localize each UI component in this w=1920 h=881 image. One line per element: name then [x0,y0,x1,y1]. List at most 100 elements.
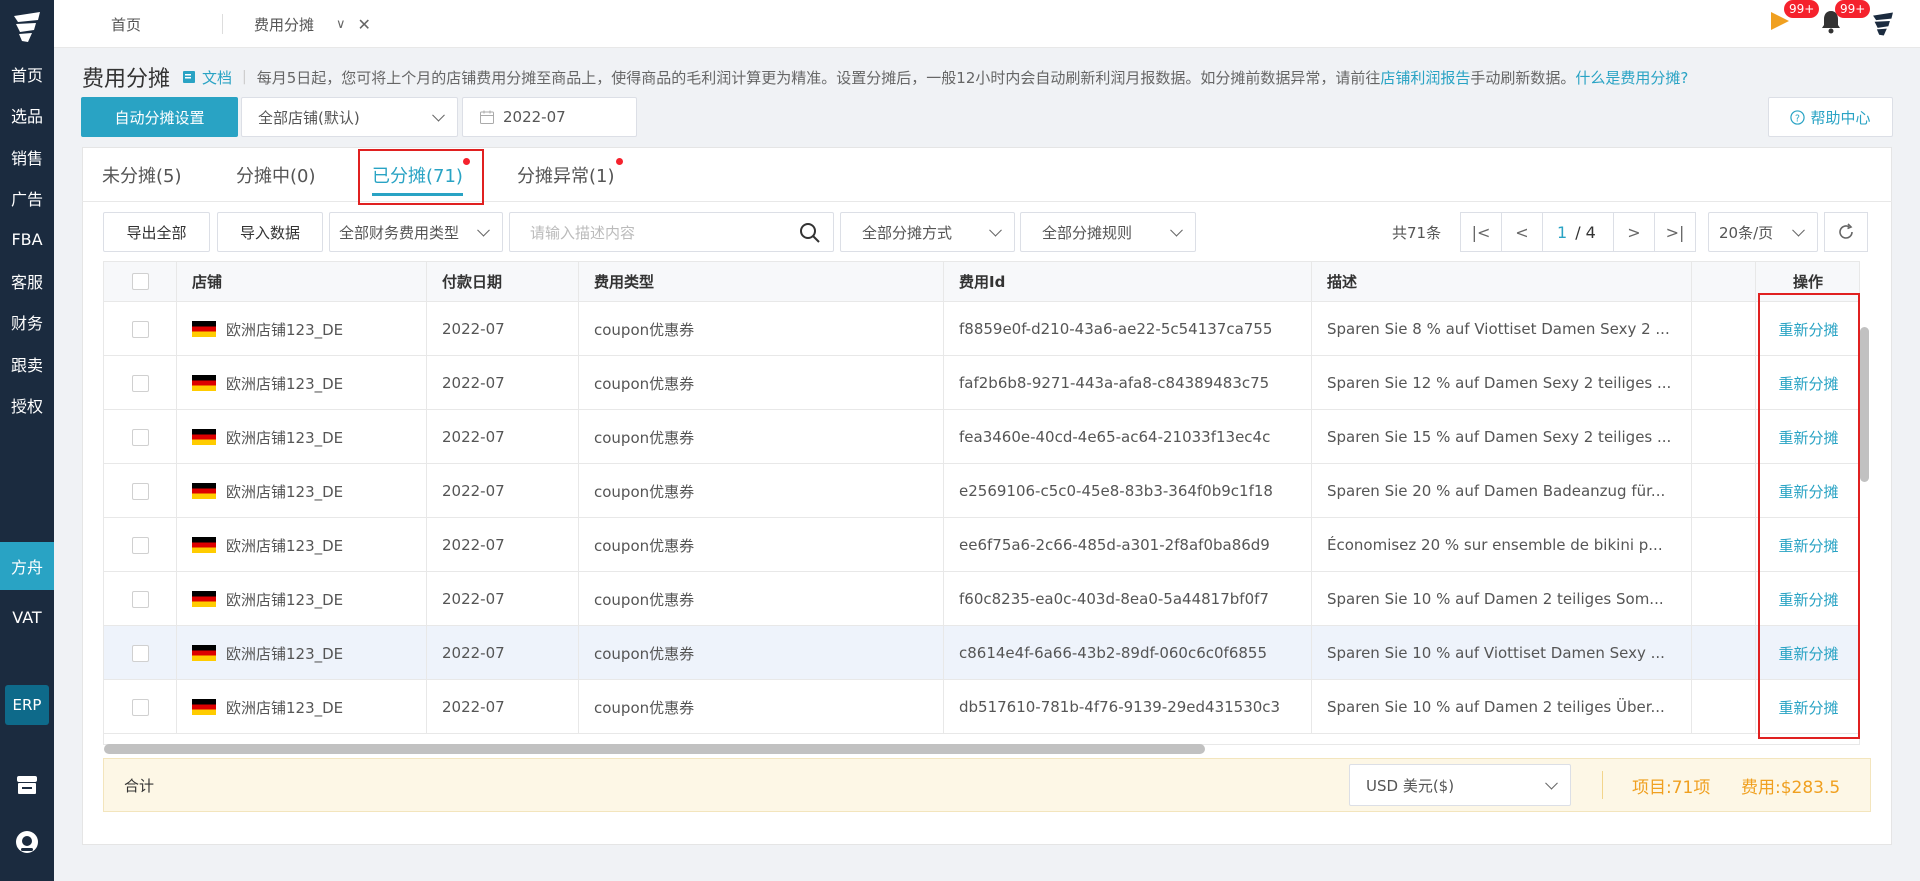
chevron-down-icon [1545,776,1558,790]
tab-allocating[interactable]: 分摊中(0) [236,147,316,202]
currency-select[interactable]: USD 美元($) [1349,764,1571,806]
chevron-down-icon [989,223,1002,237]
top-tab-bar: 首页 费用分摊 ∨ ✕ 99+ 99+ [54,0,1920,48]
expense-type-select[interactable]: 全部财务费用类型 [329,212,503,252]
table-row[interactable]: 欧洲店铺123_DE 2022-07 coupon优惠券 e2569106-c5… [104,464,1859,518]
allocation-method-select[interactable]: 全部分摊方式 [840,212,1015,252]
month-picker[interactable]: 2022-07 [462,97,637,137]
row-checkbox[interactable] [131,482,149,500]
status-tabs: 未分摊(5) 分摊中(0) 已分摊(71) 分摊异常(1) [82,147,1892,202]
bottom-strip [54,877,1920,881]
page-title: 费用分摊 [82,67,171,92]
what-is-allocation-link[interactable]: 什么是费用分摊? [1575,69,1688,87]
refresh-icon [1839,223,1853,239]
sidebar-item-authorization[interactable]: 授权 [0,381,54,429]
chevron-right-icon: > [1627,222,1641,242]
highlight-box-actions [1758,293,1860,739]
chevron-down-icon[interactable]: ∨ [336,17,346,32]
table-row[interactable]: 欧洲店铺123_DE 2022-07 coupon优惠券 f60c8235-ea… [104,572,1859,626]
prev-page-button[interactable]: < [1501,212,1543,252]
column-header-spacer [1692,262,1756,302]
first-page-button[interactable]: |< [1460,212,1502,252]
germany-flag-icon [192,591,216,607]
current-page[interactable]: 1 [1557,223,1567,242]
germany-flag-icon [192,699,216,715]
row-checkbox[interactable] [131,590,149,608]
page-header: 费用分摊 文档 | 每月5日起，您可将上个月的店铺费用分摊至商品上，使得商品的毛… [82,60,1892,94]
table-row[interactable]: 欧洲店铺123_DE 2022-07 coupon优惠券 fea3460e-40… [104,410,1859,464]
row-checkbox[interactable] [131,428,149,446]
table-row[interactable]: 欧洲店铺123_DE 2022-07 coupon优惠券 c8614e4f-6a… [104,626,1859,680]
tab-unallocated[interactable]: 未分摊(5) [102,147,182,202]
sidebar-item-fba[interactable]: FBA [0,215,54,263]
germany-flag-icon [192,483,216,499]
allocation-rule-select[interactable]: 全部分摊规则 [1020,212,1196,252]
calendar-icon [480,110,494,124]
help-center-button[interactable]: ? 帮助中心 [1768,97,1893,137]
notification-badge: 99+ [1835,0,1871,18]
highlight-box-tab [358,149,484,205]
sidebar-item-product-selection[interactable]: 选品 [0,91,54,139]
column-header-expense-id[interactable]: 费用Id [944,262,1312,302]
expense-table: 店铺 付款日期 费用类型 费用Id 描述 操作 欧洲店铺123_DE 2022-… [103,261,1860,745]
horizontal-scrollbar[interactable] [104,744,1205,754]
row-checkbox[interactable] [131,374,149,392]
column-header-description[interactable]: 描述 [1312,262,1692,302]
germany-flag-icon [192,321,216,337]
sidebar-item-ark[interactable]: 方舟 [0,542,54,590]
column-header-store[interactable]: 店铺 [177,262,427,302]
auto-allocation-settings-button[interactable]: 自动分摊设置 [81,97,238,137]
last-page-button[interactable]: >| [1654,212,1696,252]
tab-allocation-error[interactable]: 分摊异常(1) [517,147,615,202]
page-size-select[interactable]: 20条/页 [1708,212,1818,252]
column-header-pay-date[interactable]: 付款日期 [427,262,579,302]
tab-expense-allocation[interactable]: 费用分摊 ∨ ✕ [254,0,371,48]
table-row[interactable]: 欧洲店铺123_DE 2022-07 coupon优惠券 ee6f75a6-2c… [104,518,1859,572]
support-icon[interactable] [13,828,41,856]
question-circle-icon: ? [1790,109,1806,125]
sidebar-item-vat[interactable]: VAT [0,593,54,641]
items-count: 项目:71项 [1632,778,1711,798]
select-all-header [104,262,177,302]
chevron-down-icon [1170,223,1183,237]
column-header-expense-type[interactable]: 费用类型 [579,262,944,302]
app-logo-icon[interactable] [10,10,44,44]
sidebar-item-erp[interactable]: ERP [5,685,49,725]
import-data-button[interactable]: 导入数据 [217,212,323,252]
next-page-button[interactable]: > [1613,212,1655,252]
sidebar: 首页 选品 销售 广告 FBA 客服 财务 跟卖 授权 方舟 VAT ERP [0,0,54,881]
row-checkbox[interactable] [131,698,149,716]
flag-notification[interactable]: 99+ [1768,0,1820,40]
row-checkbox[interactable] [131,320,149,338]
close-icon[interactable]: ✕ [358,15,371,34]
search-icon[interactable] [799,222,821,244]
first-page-icon: |< [1471,222,1491,242]
search-input[interactable]: 请输入描述内容 [509,212,834,252]
chevron-down-icon [1792,223,1805,237]
vertical-scrollbar[interactable] [1860,327,1869,482]
page-indicator[interactable]: 1 / 4 [1542,212,1618,252]
user-avatar-icon[interactable] [1870,10,1896,38]
sidebar-item-finance[interactable]: 财务 [0,298,54,346]
total-cost: 费用:$283.5 [1741,778,1841,798]
tab-home[interactable]: 首页 [111,0,141,48]
last-page-icon: >| [1665,222,1685,242]
table-row[interactable]: 欧洲店铺123_DE 2022-07 coupon优惠券 db517610-78… [104,680,1859,734]
store-select[interactable]: 全部店铺(默认) [241,97,458,137]
summary-bar: 合计 USD 美元($) 项目:71项 费用:$283.5 [103,758,1871,812]
table-row[interactable]: 欧洲店铺123_DE 2022-07 coupon优惠券 faf2b6b8-92… [104,356,1859,410]
bell-notification[interactable]: 99+ [1819,0,1871,40]
table-row[interactable]: 欧洲店铺123_DE 2022-07 coupon优惠券 f8859e0f-d2… [104,302,1859,356]
doc-link[interactable]: 文档 [182,67,232,88]
row-checkbox[interactable] [131,536,149,554]
germany-flag-icon [192,645,216,661]
notification-badge: 99+ [1784,0,1820,18]
tab-divider [222,14,223,34]
store-icon[interactable] [13,770,41,798]
select-all-checkbox[interactable] [131,273,149,290]
refresh-button[interactable] [1824,212,1868,252]
row-checkbox[interactable] [131,644,149,662]
export-all-button[interactable]: 导出全部 [103,212,210,252]
summary-divider [1602,771,1603,799]
profit-report-link[interactable]: 店铺利润报告 [1380,69,1470,87]
